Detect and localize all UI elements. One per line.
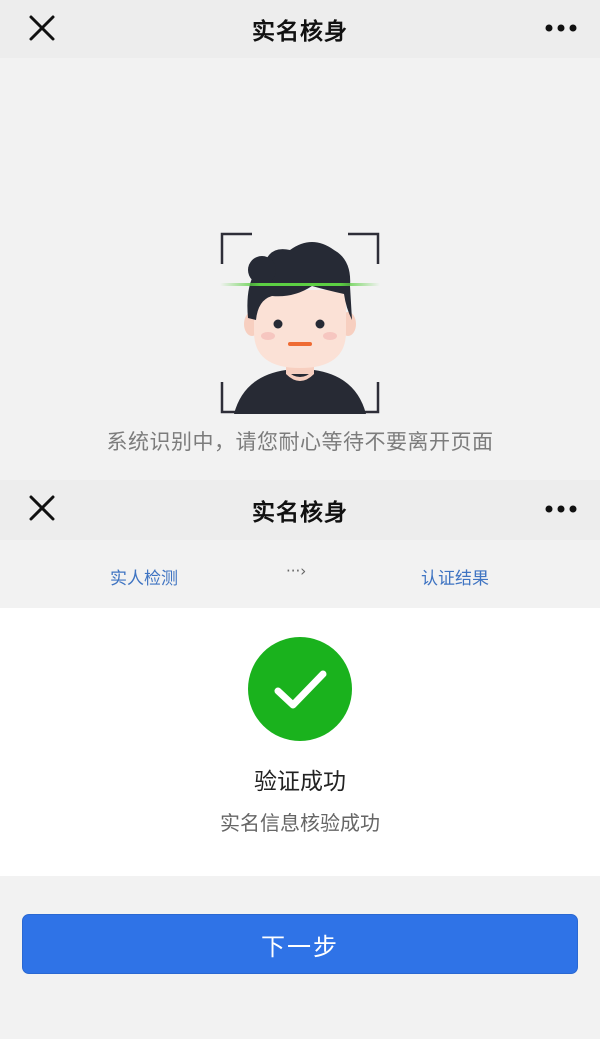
step-arrow-icon: ···› [286, 562, 307, 580]
face-scan-illustration [220, 232, 380, 414]
top-navbar: 实名核身 [0, 0, 600, 58]
result-description: 实名信息核验成功 [220, 811, 380, 835]
result-navbar: 实名核身 [0, 480, 600, 540]
step-liveness-check: 实人检测 [110, 569, 178, 589]
more-dots-icon[interactable] [544, 501, 578, 517]
page-title: 实名核身 [252, 500, 348, 526]
face-scan-area: 系统识别中，请您耐心等待不要离开页面 [0, 58, 600, 480]
more-dots-icon[interactable] [544, 20, 578, 36]
result-card: 验证成功 实名信息核验成功 [0, 608, 600, 876]
success-check-icon [248, 637, 352, 741]
close-icon[interactable] [28, 14, 56, 42]
result-title: 验证成功 [254, 769, 346, 795]
next-step-button[interactable]: 下一步 [22, 914, 578, 974]
page-title: 实名核身 [252, 19, 348, 45]
step-result: 认证结果 [421, 569, 489, 589]
close-icon[interactable] [28, 494, 56, 522]
scan-line [220, 283, 380, 286]
scan-hint-text: 系统识别中，请您耐心等待不要离开页面 [106, 430, 494, 454]
step-indicator: 实人检测 ···› 认证结果 [0, 540, 600, 608]
